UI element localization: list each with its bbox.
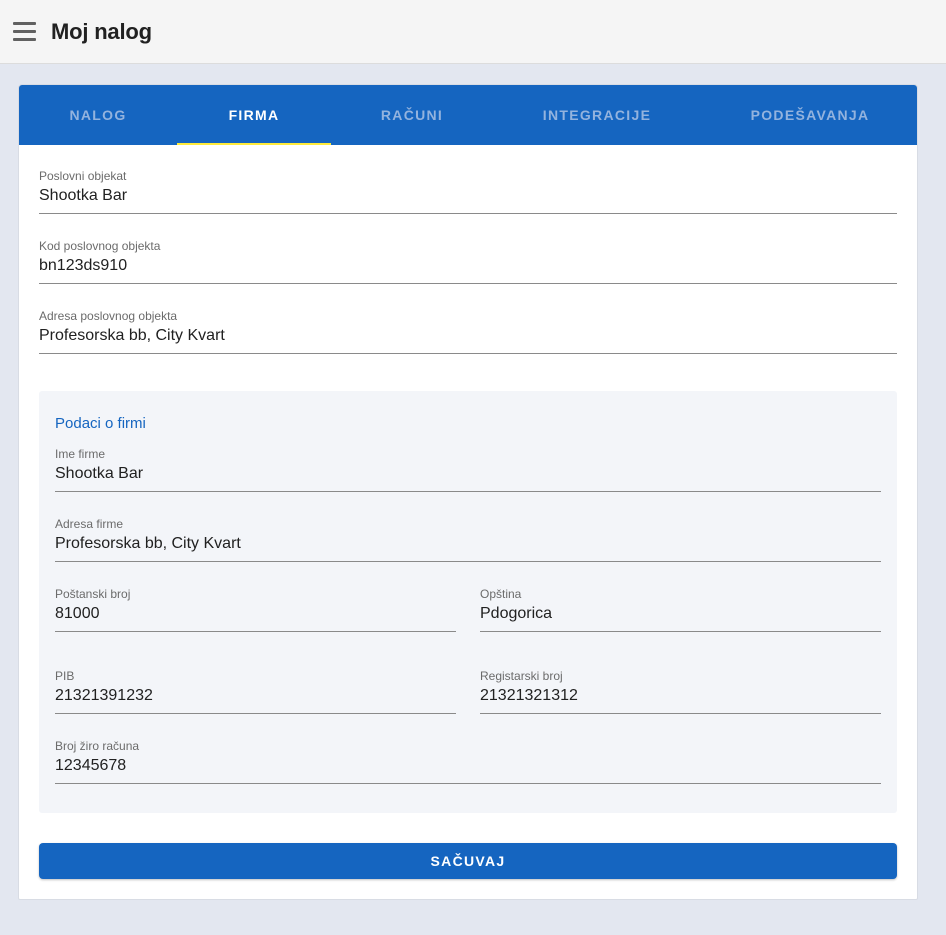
business-unit-address-field[interactable]: Adresa poslovnog objekta	[39, 309, 897, 354]
bank-account-input[interactable]	[55, 757, 881, 775]
save-button[interactable]: SAČUVAJ	[39, 843, 897, 879]
business-unit-code-field[interactable]: Kod poslovnog objekta	[39, 239, 897, 284]
bank-account-label: Broj žiro računa	[55, 739, 140, 753]
registration-number-label: Registarski broj	[480, 669, 563, 683]
company-details-section: Podaci o firmi Ime firme Adresa firme Po…	[39, 391, 897, 813]
company-address-input[interactable]	[55, 535, 881, 553]
postal-code-input[interactable]	[55, 605, 456, 623]
bank-account-field[interactable]: Broj žiro računa	[55, 739, 881, 784]
registration-number-input[interactable]	[480, 687, 881, 705]
tab-integracije[interactable]: INTEGRACIJE	[493, 85, 701, 145]
business-unit-name-input[interactable]	[39, 187, 897, 205]
company-address-label: Adresa firme	[55, 517, 124, 531]
municipality-input[interactable]	[480, 605, 881, 623]
postal-code-label: Poštanski broj	[55, 587, 131, 601]
business-unit-name-label: Poslovni objekat	[39, 169, 127, 183]
tab-podesavanja[interactable]: PODEŠAVANJA	[701, 85, 917, 145]
hamburger-menu-icon[interactable]	[13, 22, 36, 42]
tab-firma[interactable]: FIRMA	[177, 85, 331, 145]
municipality-label: Opština	[480, 587, 522, 601]
tab-racuni[interactable]: RAČUNI	[331, 85, 493, 145]
pib-label: PIB	[55, 669, 75, 683]
app-bar: Moj nalog	[0, 0, 946, 64]
business-unit-address-input[interactable]	[39, 327, 897, 345]
municipality-field[interactable]: Opština	[480, 587, 881, 632]
page-title: Moj nalog	[51, 19, 152, 44]
company-name-field[interactable]: Ime firme	[55, 447, 881, 492]
account-card: NALOG FIRMA RAČUNI INTEGRACIJE PODEŠAVAN…	[18, 84, 918, 900]
company-section-title: Podaci o firmi	[55, 415, 146, 432]
company-address-field[interactable]: Adresa firme	[55, 517, 881, 562]
business-unit-code-input[interactable]	[39, 257, 897, 275]
pib-input[interactable]	[55, 687, 456, 705]
tab-nalog[interactable]: NALOG	[19, 85, 177, 145]
business-unit-address-label: Adresa poslovnog objekta	[39, 309, 178, 323]
company-name-input[interactable]	[55, 465, 881, 483]
active-tab-indicator	[177, 143, 331, 145]
business-unit-code-label: Kod poslovnog objekta	[39, 239, 161, 253]
postal-code-field[interactable]: Poštanski broj	[55, 587, 456, 632]
pib-field[interactable]: PIB	[55, 669, 456, 714]
registration-number-field[interactable]: Registarski broj	[480, 669, 881, 714]
company-name-label: Ime firme	[55, 447, 106, 461]
tab-bar: NALOG FIRMA RAČUNI INTEGRACIJE PODEŠAVAN…	[19, 85, 917, 145]
business-unit-name-field[interactable]: Poslovni objekat	[39, 169, 897, 214]
